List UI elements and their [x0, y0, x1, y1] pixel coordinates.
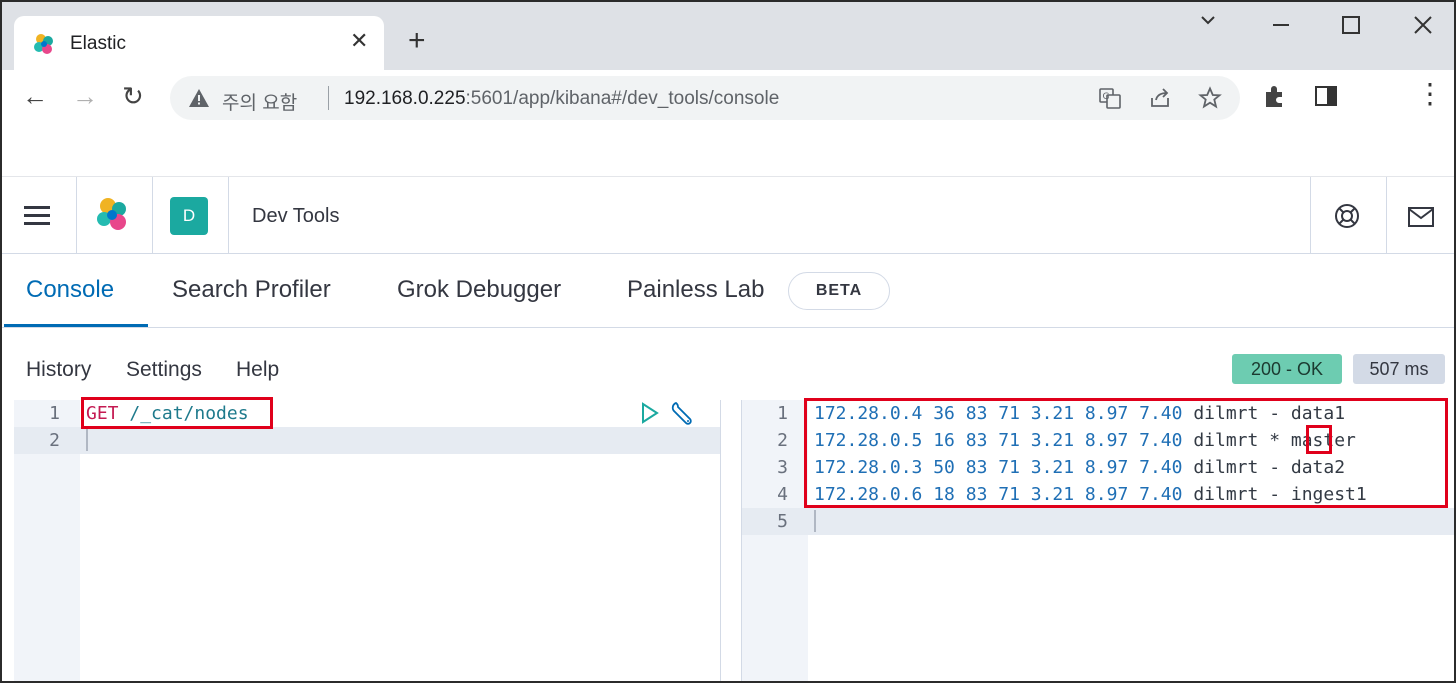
line-number: 1 — [777, 403, 788, 424]
url-host: 192.168.0.225 — [344, 88, 466, 109]
warning-icon — [189, 89, 209, 107]
line-number: 2 — [777, 430, 788, 451]
help-link[interactable]: Help — [236, 358, 279, 382]
svg-text:G: G — [1103, 92, 1110, 102]
tab-painless-lab[interactable]: Painless Lab — [627, 276, 764, 304]
browser-toolbar: ← → ↻ 주의 요함 192.168.0.225:5601/app/kiban… — [2, 70, 1454, 126]
tab-console[interactable]: Console — [26, 276, 114, 304]
security-warning-text[interactable]: 주의 요함 — [222, 88, 297, 115]
text-cursor — [814, 510, 816, 532]
master-marker-highlight-box — [1306, 425, 1332, 454]
url-text[interactable]: 192.168.0.225:5601/app/kibana#/dev_tools… — [344, 88, 779, 110]
active-line-highlight — [742, 508, 1454, 535]
browser-menu-icon[interactable]: ⋮ — [1416, 80, 1444, 108]
tab-search-chevron-icon[interactable] — [1198, 10, 1218, 36]
header-separator — [152, 177, 153, 253]
response-editor[interactable]: 1 2 3 4 5 172.28.0.4 36 83 71 3.21 8.97 … — [742, 398, 1454, 681]
line-number: 4 — [777, 484, 788, 505]
share-icon[interactable] — [1148, 86, 1172, 110]
header-separator — [228, 177, 229, 253]
header-separator — [1386, 177, 1387, 253]
elastic-logo-icon — [34, 34, 53, 54]
tab-title: Elastic — [70, 33, 126, 54]
tab-grok-debugger[interactable]: Grok Debugger — [397, 276, 561, 304]
tab-search-profiler[interactable]: Search Profiler — [172, 276, 331, 304]
address-separator — [328, 86, 329, 110]
kibana-header: D Dev Tools — [2, 176, 1454, 254]
line-number: 3 — [777, 457, 788, 478]
elastic-home-logo-icon[interactable] — [92, 195, 132, 235]
history-link[interactable]: History — [26, 358, 91, 382]
window-close-icon[interactable] — [1412, 14, 1434, 42]
request-highlight-box — [81, 397, 273, 429]
newsfeed-mail-icon[interactable] — [1408, 207, 1434, 227]
maximize-icon[interactable] — [1340, 14, 1362, 42]
side-panel-icon[interactable] — [1314, 84, 1338, 108]
header-separator — [76, 177, 77, 253]
status-badge: 200 - OK — [1232, 354, 1342, 384]
translate-icon[interactable]: G — [1098, 86, 1122, 110]
extensions-puzzle-icon[interactable] — [1262, 84, 1288, 110]
response-highlight-box — [804, 398, 1448, 508]
text-cursor — [86, 429, 88, 451]
active-tab-indicator — [4, 324, 148, 327]
reload-icon[interactable]: ↻ — [122, 82, 144, 110]
line-number: 1 — [49, 403, 60, 424]
line-number: 5 — [777, 511, 788, 532]
tab-close-icon[interactable]: ✕ — [350, 30, 368, 52]
address-bar[interactable]: 주의 요함 192.168.0.225:5601/app/kibana#/dev… — [170, 76, 1240, 120]
request-time-badge: 507 ms — [1353, 354, 1445, 384]
line-number: 2 — [49, 430, 60, 451]
new-tab-icon[interactable]: + — [408, 26, 426, 56]
back-icon[interactable]: ← — [22, 82, 48, 110]
bookmark-star-icon[interactable] — [1198, 86, 1222, 110]
request-options-wrench-icon[interactable] — [668, 400, 696, 426]
devtools-tabs: Console Search Profiler Grok Debugger Pa… — [2, 254, 1454, 328]
active-line-highlight — [14, 427, 720, 454]
beta-badge: BETA — [788, 272, 890, 310]
request-editor[interactable]: 1 2 GET /_cat/nodes — [14, 397, 720, 681]
browser-tab[interactable]: Elastic ✕ — [14, 16, 384, 70]
space-avatar[interactable]: D — [170, 197, 208, 235]
minimize-icon[interactable] — [1270, 14, 1292, 42]
editor-resize-divider[interactable] — [720, 400, 742, 681]
forward-icon[interactable]: → — [72, 82, 98, 110]
screenshot-frame: Elastic ✕ + ← → ↻ 주의 요함 192.168.0.225:56… — [0, 0, 1456, 683]
send-request-play-icon[interactable] — [640, 402, 660, 424]
header-separator — [1310, 177, 1311, 253]
hamburger-menu-icon[interactable] — [24, 205, 52, 227]
browser-tab-strip: Elastic ✕ + — [2, 2, 1454, 70]
url-path: :5601/app/kibana#/dev_tools/console — [465, 88, 780, 109]
settings-link[interactable]: Settings — [126, 358, 202, 382]
page-title: Dev Tools — [252, 205, 340, 227]
help-lifebuoy-icon[interactable] — [1334, 203, 1360, 229]
